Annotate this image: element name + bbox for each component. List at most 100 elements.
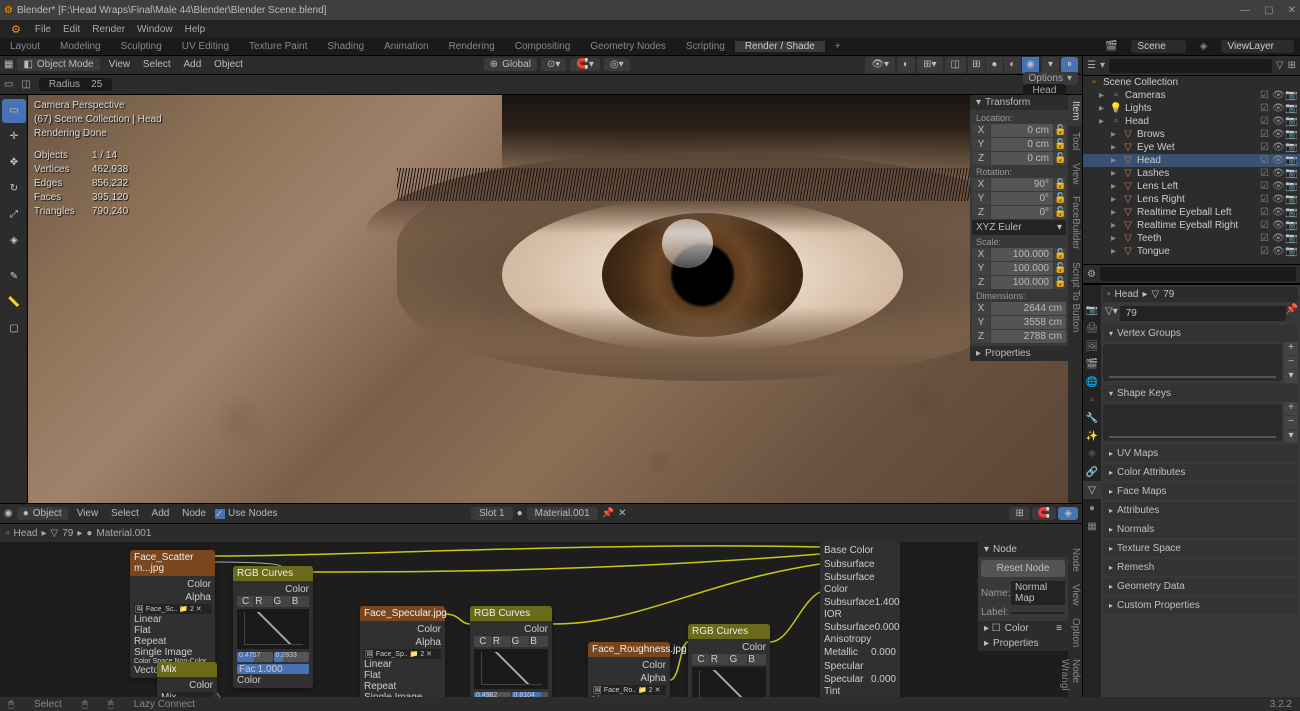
menu-file[interactable]: File bbox=[30, 24, 56, 35]
exclude-icon[interactable]: ☑ bbox=[1259, 142, 1270, 153]
eye-icon[interactable]: 👁 bbox=[1272, 220, 1283, 231]
render-icon[interactable]: 📷 bbox=[1285, 246, 1296, 257]
workspace-rendershade[interactable]: Render / Shade bbox=[735, 41, 825, 52]
tool-measure[interactable]: 📏 bbox=[2, 291, 26, 315]
texture-space-panel[interactable]: Texture Space bbox=[1103, 540, 1298, 557]
shading-matprev[interactable]: ◐ bbox=[1004, 57, 1022, 73]
workspace-modeling[interactable]: Modeling bbox=[50, 41, 111, 52]
add-icon[interactable]: + bbox=[1284, 342, 1298, 355]
node-node-menu[interactable]: Node bbox=[177, 508, 211, 519]
workspace-sculpting[interactable]: Sculpting bbox=[111, 41, 172, 52]
node-view-menu[interactable]: View bbox=[72, 508, 104, 519]
tool-cursor[interactable]: ✛ bbox=[2, 125, 26, 149]
tool-annotate[interactable]: ✎ bbox=[2, 265, 26, 289]
use-nodes-checkbox[interactable]: ✓Use Nodes bbox=[215, 508, 277, 519]
render-icon[interactable]: 📷 bbox=[1285, 220, 1296, 231]
render-icon[interactable]: 📷 bbox=[1285, 168, 1296, 179]
exclude-icon[interactable]: ☑ bbox=[1259, 181, 1270, 192]
node-snap[interactable]: 🧲 bbox=[1032, 507, 1056, 520]
attributes-panel[interactable]: Attributes bbox=[1103, 502, 1298, 519]
filter-icon[interactable]: ▽ bbox=[1276, 60, 1284, 71]
scl-z[interactable]: 100.000 bbox=[991, 276, 1053, 289]
select-menu[interactable]: Select bbox=[138, 59, 176, 70]
npanel-tool[interactable]: Tool bbox=[1068, 126, 1082, 156]
bc-head[interactable]: Head bbox=[14, 528, 38, 539]
render-icon[interactable]: 📷 bbox=[1285, 142, 1296, 153]
exclude-icon[interactable]: ☑ bbox=[1259, 168, 1270, 179]
eye-icon[interactable]: 👁 bbox=[1272, 116, 1283, 127]
color-attr-panel[interactable]: Color Attributes bbox=[1103, 464, 1298, 481]
rot-y[interactable]: 0° bbox=[991, 192, 1053, 205]
outliner-item[interactable]: ▸▽Lens Left☑👁📷 bbox=[1083, 180, 1300, 193]
outliner-item[interactable]: ▸▽Realtime Eyeball Left☑👁📷 bbox=[1083, 206, 1300, 219]
radius-field[interactable]: Radius 25 bbox=[39, 78, 112, 91]
shading-rendered[interactable]: ◉ bbox=[1022, 57, 1040, 73]
npanel-fb[interactable]: FaceBuilder bbox=[1068, 190, 1082, 255]
render-icon[interactable]: 📷 bbox=[1285, 129, 1296, 140]
pin-icon[interactable]: 📌 bbox=[602, 508, 614, 519]
uv-maps-panel[interactable]: UV Maps bbox=[1103, 445, 1298, 462]
minimize-button[interactable]: — bbox=[1240, 5, 1250, 16]
tool-addcube[interactable]: ▢ bbox=[2, 317, 26, 341]
material-selector[interactable]: Material.001 bbox=[527, 507, 598, 520]
exclude-icon[interactable]: ☑ bbox=[1259, 103, 1270, 114]
eye-icon[interactable]: 👁 bbox=[1272, 181, 1283, 192]
properties-subpanel[interactable]: ▸ Properties bbox=[970, 346, 1068, 361]
exclude-icon[interactable]: ☑ bbox=[1259, 90, 1270, 101]
outliner-item[interactable]: ▸💡Lights☑👁📷 bbox=[1083, 102, 1300, 115]
xray-toggle[interactable]: ◫ bbox=[945, 57, 966, 73]
eye-icon[interactable]: 👁 bbox=[1272, 246, 1283, 257]
lock-icon[interactable]: 🔓 bbox=[1054, 124, 1066, 137]
pivot-selector[interactable]: ⊙▾ bbox=[541, 58, 566, 71]
node-backdrop[interactable]: ◈ bbox=[1058, 507, 1078, 520]
editor-type-icon[interactable]: ☰ bbox=[1087, 60, 1096, 71]
overlays-toggle[interactable]: ⊞▾ bbox=[917, 57, 942, 73]
menu-render[interactable]: Render bbox=[87, 24, 130, 35]
workspace-rendering[interactable]: Rendering bbox=[439, 41, 505, 52]
eye-icon[interactable]: 👁 bbox=[1272, 129, 1283, 140]
render-icon[interactable]: 📷 bbox=[1285, 103, 1296, 114]
node-npanel-option[interactable]: Option bbox=[1068, 612, 1082, 653]
npanel-item[interactable]: Item bbox=[1068, 95, 1082, 126]
outliner-item[interactable]: ▸▽Brows☑👁📷 bbox=[1083, 128, 1300, 141]
normals-panel[interactable]: Normals bbox=[1103, 521, 1298, 538]
scl-y[interactable]: 100.000 bbox=[991, 262, 1053, 275]
exclude-icon[interactable]: ☑ bbox=[1259, 194, 1270, 205]
workspace-geonodes[interactable]: Geometry Nodes bbox=[580, 41, 676, 52]
snap-toggle[interactable]: 🧲▾ bbox=[570, 58, 599, 71]
remove-icon[interactable]: − bbox=[1284, 356, 1298, 369]
eye-icon[interactable]: 👁 bbox=[1272, 103, 1283, 114]
eye-icon[interactable]: 👁 bbox=[1272, 233, 1283, 244]
outliner-item[interactable]: ▸▫Head☑👁📷 bbox=[1083, 115, 1300, 128]
vg-list[interactable] bbox=[1103, 344, 1282, 381]
tool-scale[interactable]: ⤢ bbox=[2, 203, 26, 227]
mode-selector[interactable]: ◧Object Mode bbox=[17, 58, 99, 71]
lock-icon[interactable]: 🔓 bbox=[1054, 262, 1066, 275]
tool-select-box[interactable]: ▭ bbox=[2, 99, 26, 123]
shape-keys-panel[interactable]: Shape Keys bbox=[1103, 385, 1298, 402]
sk-list[interactable] bbox=[1103, 404, 1282, 441]
viewlayer-selector[interactable]: ViewLayer bbox=[1221, 40, 1294, 53]
loc-z[interactable]: 0 cm bbox=[991, 152, 1053, 165]
menu-icon[interactable]: ▾ bbox=[1284, 430, 1298, 443]
node-rgb-curves-1[interactable]: RGB Curves Color CRGB 0.47570.2833 Fac 1… bbox=[233, 566, 313, 688]
node-rgb-curves-3[interactable]: RGB Curves Color CRGB 0.28100.2583 bbox=[688, 624, 770, 697]
tab-world[interactable]: 🌐 bbox=[1083, 373, 1101, 391]
workspace-texpaint[interactable]: Texture Paint bbox=[239, 41, 317, 52]
add-menu[interactable]: Add bbox=[178, 59, 206, 70]
lock-icon[interactable]: 🔓 bbox=[1054, 248, 1066, 261]
pin-icon[interactable]: 📌 bbox=[1286, 304, 1298, 323]
scene-selector[interactable]: Scene bbox=[1131, 40, 1185, 53]
exclude-icon[interactable]: ☑ bbox=[1259, 233, 1270, 244]
dim-y[interactable]: 3558 cm bbox=[991, 316, 1066, 329]
node-add-menu[interactable]: Add bbox=[147, 508, 175, 519]
node-npanel-node[interactable]: Node bbox=[1068, 542, 1082, 578]
loc-y[interactable]: 0 cm bbox=[991, 138, 1053, 151]
node-name-field[interactable]: Normal Map bbox=[1011, 581, 1065, 605]
tab-constraints[interactable]: 🔗 bbox=[1083, 463, 1101, 481]
render-icon[interactable]: 📷 bbox=[1285, 116, 1296, 127]
loc-x[interactable]: 0 cm bbox=[991, 124, 1053, 137]
render-icon[interactable]: 📷 bbox=[1285, 207, 1296, 218]
outliner-item[interactable]: ▸▽Realtime Eyeball Right☑👁📷 bbox=[1083, 219, 1300, 232]
exclude-icon[interactable]: ☑ bbox=[1259, 220, 1270, 231]
